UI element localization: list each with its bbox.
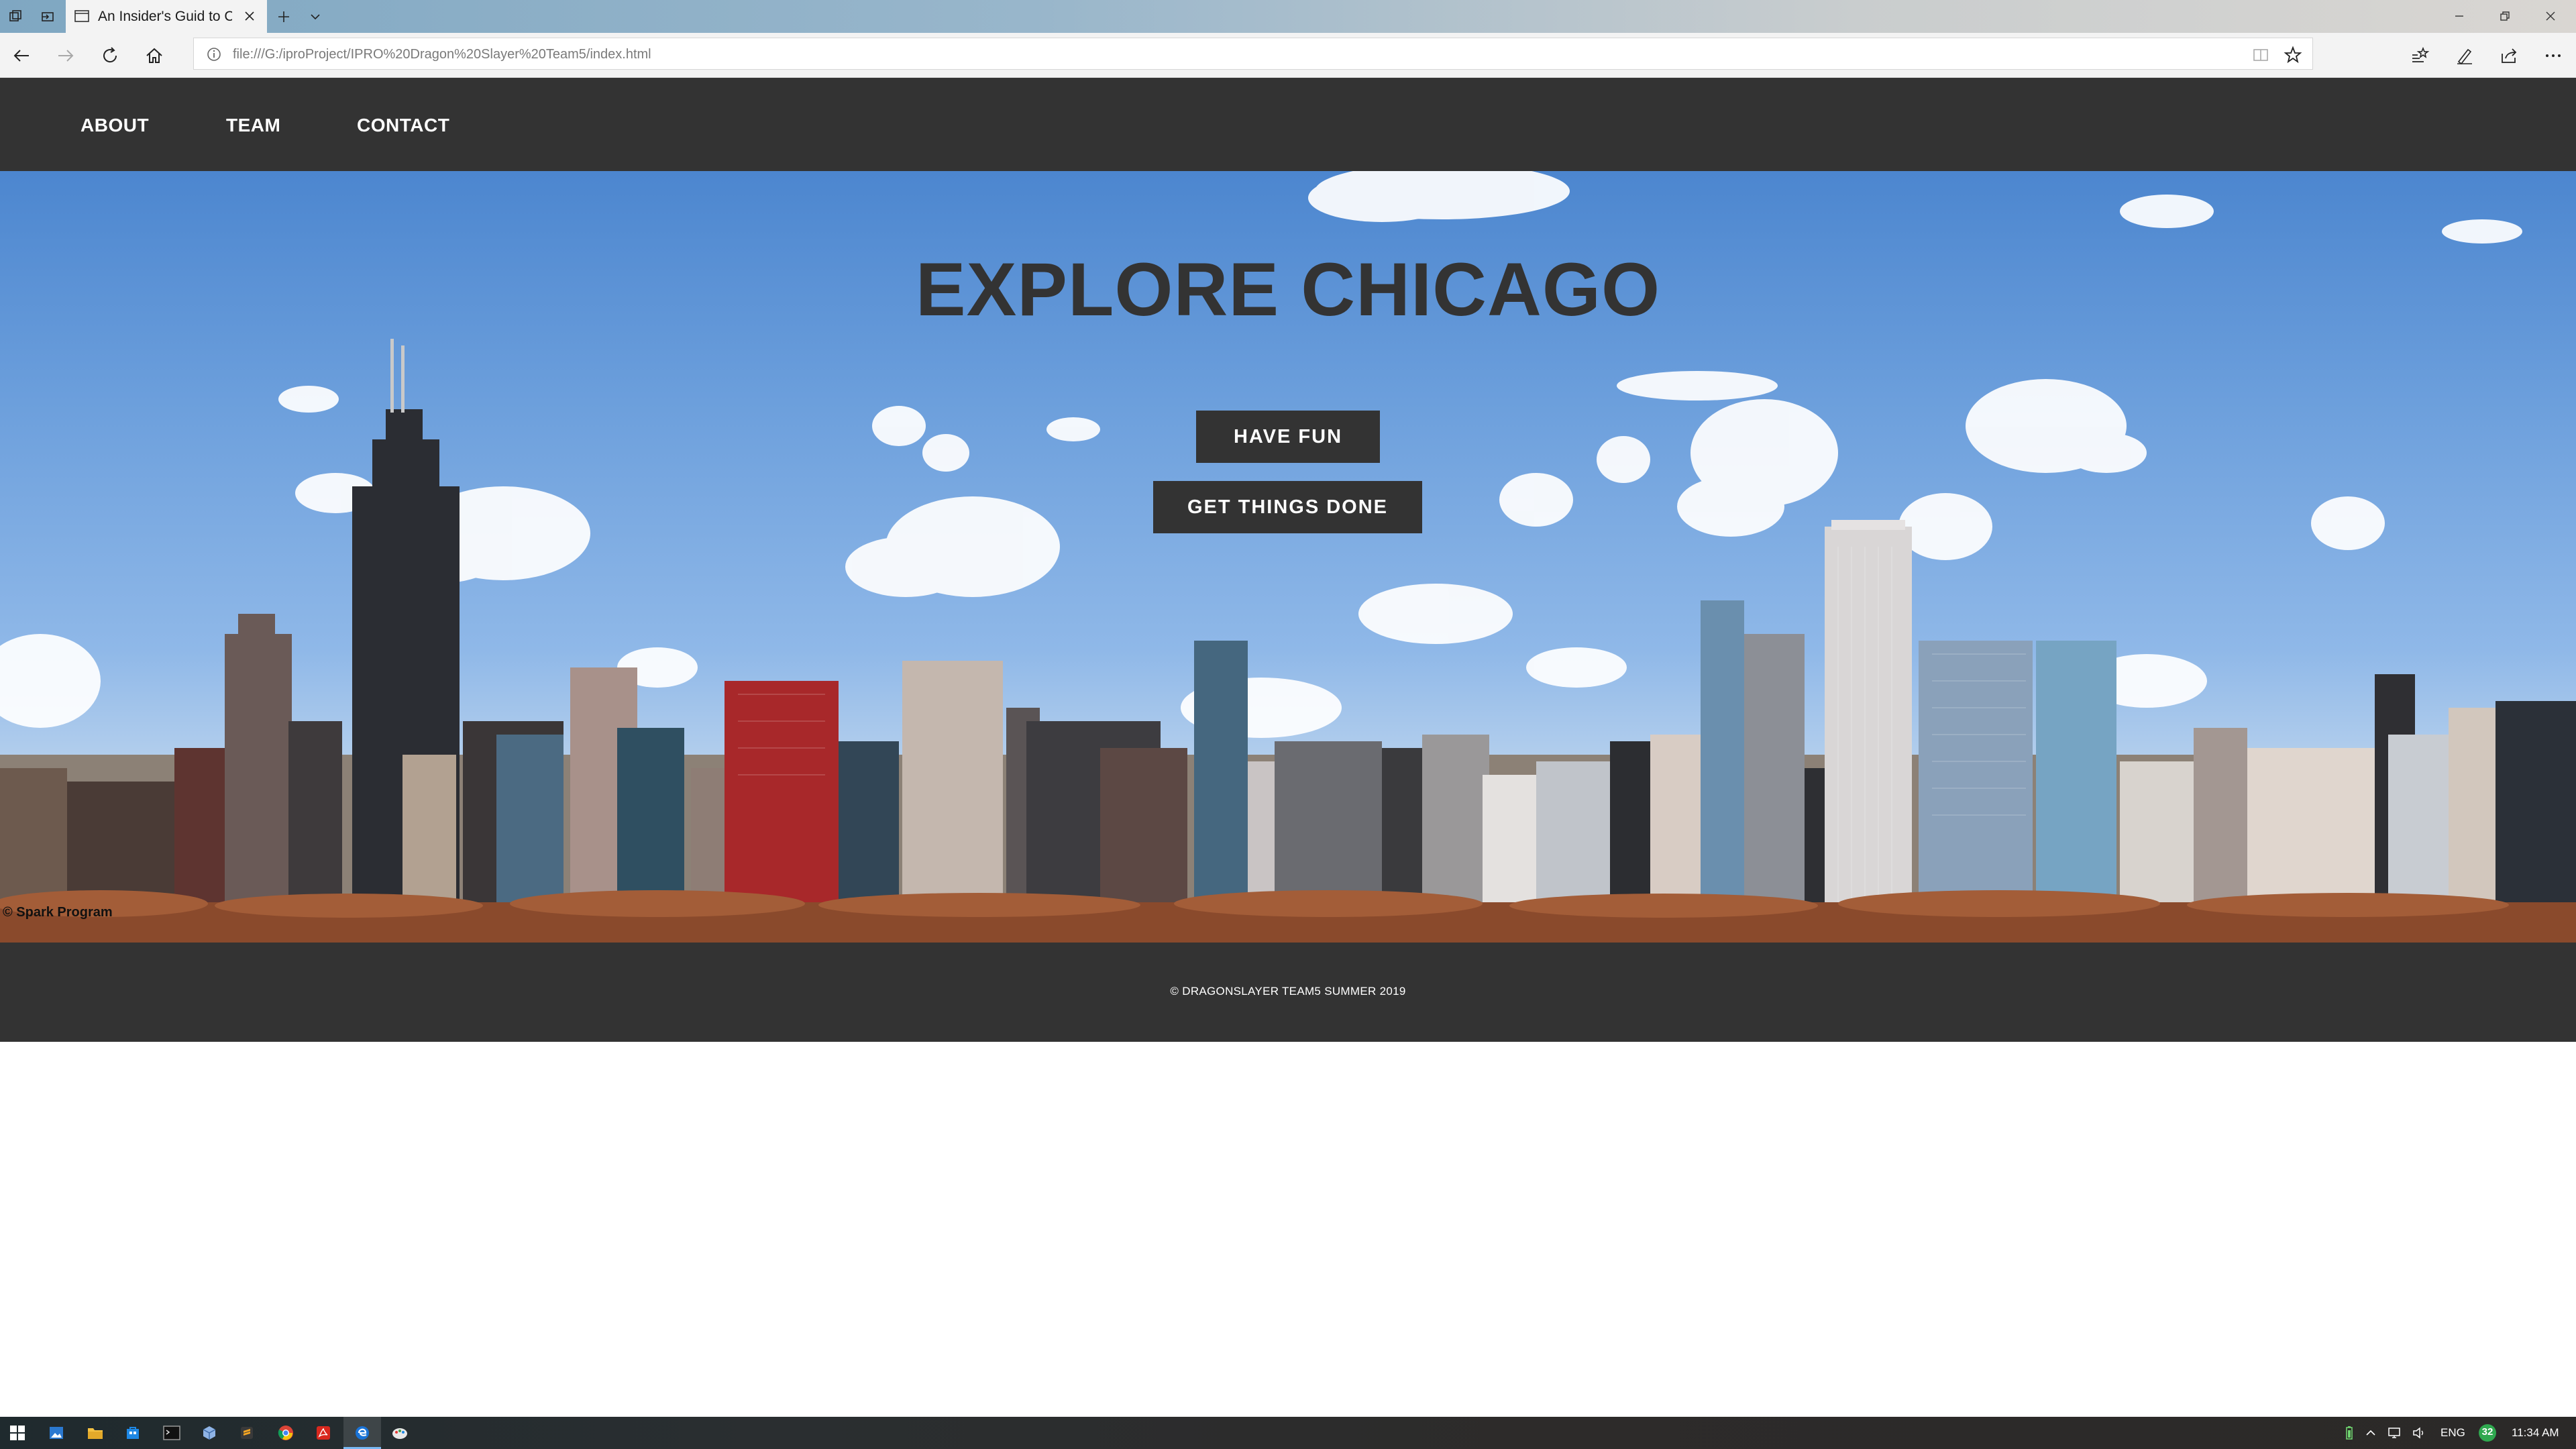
tab-list-chevron-down-icon[interactable] <box>305 7 325 27</box>
file-explorer-icon[interactable] <box>85 1422 106 1444</box>
hero-section: EXPLORE CHICAGO HAVE FUN GET THINGS DONE… <box>0 171 2576 943</box>
photo-credit: © Spark Program <box>3 905 113 920</box>
home-icon[interactable] <box>142 44 166 68</box>
edge-browser-icon[interactable] <box>352 1422 373 1444</box>
set-tabs-aside-icon[interactable] <box>38 7 58 27</box>
paint-app-icon[interactable] <box>389 1422 411 1444</box>
tab-manager-icon[interactable] <box>5 7 25 27</box>
clock-time[interactable]: 11:34 AM <box>2512 1426 2559 1440</box>
address-bar[interactable]: file:///G:/iproProject/IPRO%20Dragon%20S… <box>193 38 2313 70</box>
get-things-done-button[interactable]: GET THINGS DONE <box>1153 481 1422 533</box>
restore-icon[interactable] <box>2491 5 2518 27</box>
browser-tab-strip: An Insider's Guid to Chi <box>0 0 2576 33</box>
close-tab-icon[interactable] <box>241 8 258 24</box>
site-header: ABOUT TEAM CONTACT <box>0 78 2576 171</box>
nav-link-contact[interactable]: CONTACT <box>357 115 449 136</box>
favorites-hub-icon[interactable] <box>2408 44 2432 68</box>
volume-icon[interactable] <box>2408 1422 2430 1444</box>
favorite-star-icon[interactable] <box>2283 45 2303 65</box>
hero-title: EXPLORE CHICAGO <box>915 248 1661 331</box>
reading-view-icon[interactable] <box>2251 45 2271 65</box>
have-fun-button[interactable]: HAVE FUN <box>1196 411 1380 463</box>
close-window-icon[interactable] <box>2537 5 2564 27</box>
acrobat-icon[interactable] <box>313 1422 334 1444</box>
photos-app-icon[interactable] <box>46 1422 67 1444</box>
nav-link-team[interactable]: TEAM <box>226 115 280 136</box>
page-icon <box>74 9 90 27</box>
new-tab-icon[interactable] <box>274 7 294 27</box>
info-icon[interactable] <box>206 46 222 62</box>
input-language[interactable]: ENG <box>2440 1426 2465 1440</box>
store-app-icon[interactable] <box>122 1422 144 1444</box>
sublime-text-icon[interactable] <box>236 1422 258 1444</box>
browser-tab-active[interactable]: An Insider's Guid to Chi <box>66 0 267 33</box>
notification-badge[interactable]: 32 <box>2477 1422 2498 1444</box>
browser-toolbar: file:///G:/iproProject/IPRO%20Dragon%20S… <box>0 33 2576 78</box>
back-arrow-icon[interactable] <box>9 44 34 68</box>
url-text[interactable]: file:///G:/iproProject/IPRO%20Dragon%20S… <box>233 47 651 62</box>
network-icon[interactable] <box>2384 1422 2406 1444</box>
chevron-up-icon[interactable] <box>2360 1422 2381 1444</box>
terminal-icon[interactable] <box>161 1422 182 1444</box>
cube-app-icon[interactable] <box>199 1422 220 1444</box>
refresh-icon[interactable] <box>98 44 122 68</box>
notification-count: 32 <box>2481 1426 2493 1438</box>
share-icon[interactable] <box>2497 44 2521 68</box>
site-footer: © DRAGONSLAYER TEAM5 SUMMER 2019 <box>0 943 2576 1042</box>
nav-link-about[interactable]: ABOUT <box>80 115 149 136</box>
forward-arrow-icon[interactable] <box>54 44 78 68</box>
web-note-pen-icon[interactable] <box>2453 44 2477 68</box>
more-options-icon[interactable] <box>2541 44 2565 68</box>
windows-start-icon[interactable] <box>7 1422 28 1444</box>
footer-copyright: © DRAGONSLAYER TEAM5 SUMMER 2019 <box>1170 985 1406 998</box>
chrome-icon[interactable] <box>275 1422 297 1444</box>
battery-icon[interactable] <box>2339 1422 2360 1444</box>
tab-title: An Insider's Guid to Chi <box>98 8 232 24</box>
minimize-icon[interactable] <box>2446 5 2473 27</box>
windows-taskbar: ENG 32 11:34 AM <box>0 1417 2576 1449</box>
